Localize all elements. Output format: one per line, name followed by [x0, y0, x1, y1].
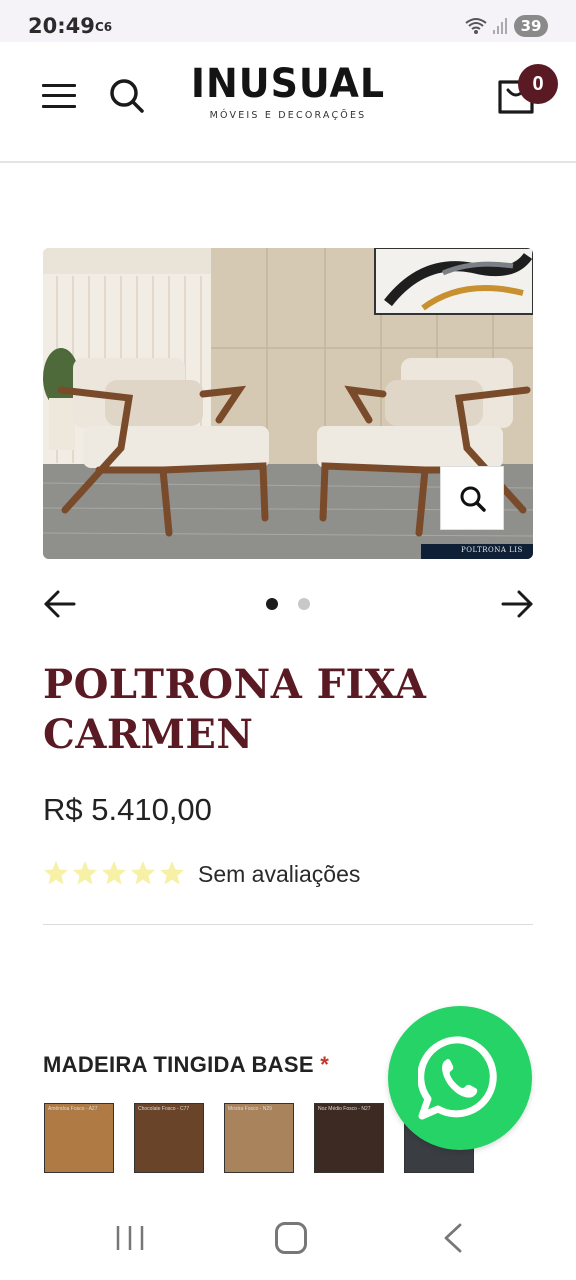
- option-label: MADEIRA TINGIDA BASE *: [43, 1052, 329, 1078]
- logo-subtitle: MÓVEIS E DECORAÇÕES: [209, 110, 367, 121]
- zoom-icon: [460, 486, 486, 512]
- logo-title: INUSUAL: [190, 61, 386, 107]
- star-icon: [131, 861, 155, 885]
- star-icon: [160, 861, 184, 885]
- star-icon: [102, 861, 126, 885]
- swatch-option[interactable]: Amêndoa Fosco - A27: [44, 1103, 114, 1173]
- whatsapp-button[interactable]: [388, 1006, 532, 1150]
- wifi-icon: [465, 18, 487, 34]
- status-bar: 20:49 C6 39: [0, 0, 576, 42]
- search-icon[interactable]: [108, 76, 146, 114]
- site-logo[interactable]: INUSUAL MÓVEIS E DECORAÇÕES: [180, 62, 396, 121]
- back-icon[interactable]: [440, 1222, 466, 1254]
- swatch-name: Mostra Fosco - N29: [228, 1106, 272, 1112]
- whatsapp-icon: [418, 1036, 497, 1120]
- swatch-name: Chocolate Fosco - C77: [138, 1106, 190, 1112]
- product-price: R$ 5.410,00: [43, 792, 212, 827]
- divider: [43, 924, 533, 925]
- image-caption: POLTRONA LIS: [461, 546, 523, 554]
- carousel-dot-2[interactable]: [298, 598, 310, 610]
- required-mark: *: [320, 1052, 330, 1077]
- swatch-name: Amêndoa Fosco - A27: [48, 1106, 98, 1112]
- carousel-dot-1[interactable]: [266, 598, 278, 610]
- recent-apps-icon[interactable]: [114, 1224, 146, 1252]
- swatch-name: Noz Médio Fosco - N27: [318, 1106, 371, 1112]
- swatch-option[interactable]: Noz Médio Fosco - N27: [314, 1103, 384, 1173]
- reviews-link[interactable]: Sem avaliações: [198, 861, 360, 888]
- home-icon[interactable]: [275, 1222, 307, 1254]
- carrier-icon: C6: [95, 20, 113, 34]
- arrow-left-icon[interactable]: [43, 588, 77, 620]
- battery-indicator: 39: [514, 15, 548, 37]
- system-nav-bar: [0, 1196, 576, 1280]
- swatch-option[interactable]: Mostra Fosco - N29: [224, 1103, 294, 1173]
- product-title: POLTRONA FIXA CARMEN: [43, 661, 427, 758]
- site-header: INUSUAL MÓVEIS E DECORAÇÕES 0: [0, 42, 576, 163]
- zoom-button[interactable]: [440, 466, 504, 530]
- swatch-option[interactable]: Chocolate Fosco - C77: [134, 1103, 204, 1173]
- star-icon: [73, 861, 97, 885]
- status-time: 20:49: [28, 14, 95, 38]
- cart-count-badge[interactable]: 0: [518, 64, 558, 104]
- star-icon: [44, 861, 68, 885]
- arrow-right-icon[interactable]: [500, 588, 534, 620]
- option-label-text: MADEIRA TINGIDA BASE: [43, 1052, 314, 1077]
- signal-icon: [493, 18, 507, 34]
- hamburger-icon[interactable]: [42, 82, 76, 110]
